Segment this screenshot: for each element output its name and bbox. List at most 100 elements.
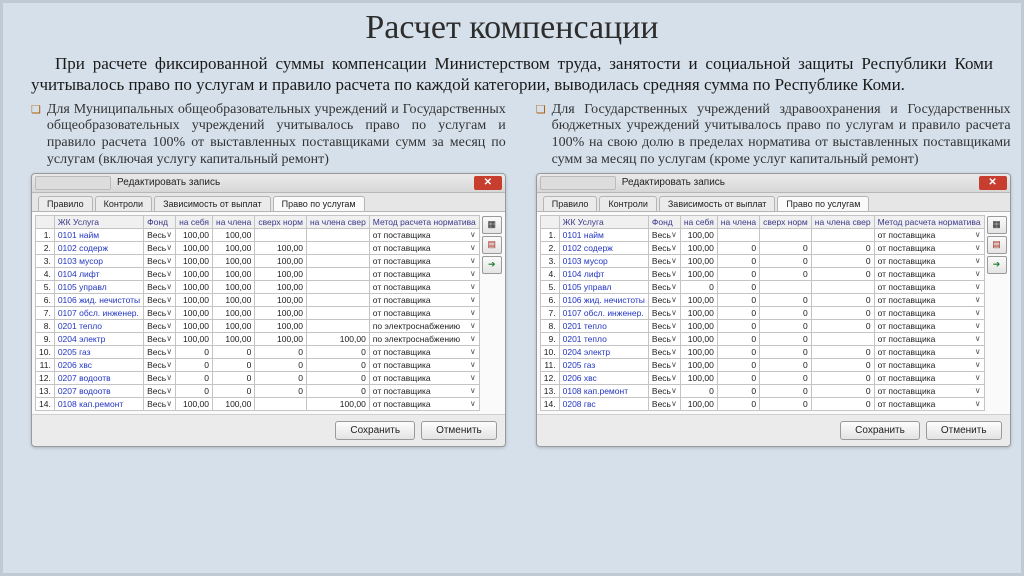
table-row[interactable]: 6.0106 жид. нечистотыВесь∨100,00100,0010… <box>36 293 480 306</box>
table-row[interactable]: 12.0207 водоотвВесь∨0000от поставщика∨ <box>36 371 480 384</box>
fund-cell[interactable]: Весь∨ <box>144 241 176 254</box>
col-header[interactable]: на себя <box>680 215 717 228</box>
fund-cell[interactable]: Весь∨ <box>648 280 680 293</box>
save-button[interactable]: Сохранить <box>335 421 415 440</box>
delete-row-icon[interactable]: ▤ <box>987 236 1007 254</box>
method-cell[interactable]: от поставщика∨ <box>874 293 984 306</box>
col-header[interactable]: ЖК Услуга <box>54 215 143 228</box>
method-cell[interactable]: от поставщика∨ <box>369 267 479 280</box>
method-cell[interactable]: по электроснабжению∨ <box>369 332 479 345</box>
table-row[interactable]: 5.0105 управлВесь∨00от поставщика∨ <box>540 280 984 293</box>
fund-cell[interactable]: Весь∨ <box>648 228 680 241</box>
table-row[interactable]: 1.0101 наймВесь∨100,00от поставщика∨ <box>540 228 984 241</box>
col-header[interactable]: Фонд <box>648 215 680 228</box>
method-cell[interactable]: от поставщика∨ <box>874 267 984 280</box>
save-button[interactable]: Сохранить <box>840 421 920 440</box>
fund-cell[interactable]: Весь∨ <box>648 345 680 358</box>
table-row[interactable]: 11.0205 газВесь∨100,00000от поставщика∨ <box>540 358 984 371</box>
table-row[interactable]: 14.0108 кап.ремонтВесь∨100,00100,00100,0… <box>36 397 480 410</box>
method-cell[interactable]: от поставщика∨ <box>874 228 984 241</box>
table-row[interactable]: 10.0204 электрВесь∨100,00000от поставщик… <box>540 345 984 358</box>
cancel-button[interactable]: Отменить <box>926 421 1002 440</box>
table-row[interactable]: 3.0103 мусорВесь∨100,00000от поставщика∨ <box>540 254 984 267</box>
method-cell[interactable]: от поставщика∨ <box>369 358 479 371</box>
fund-cell[interactable]: Весь∨ <box>648 397 680 410</box>
table-row[interactable]: 14.0208 гвсВесь∨100,00000от поставщика∨ <box>540 397 984 410</box>
fund-cell[interactable]: Весь∨ <box>144 371 176 384</box>
table-row[interactable]: 11.0206 хвсВесь∨0000от поставщика∨ <box>36 358 480 371</box>
fund-cell[interactable]: Весь∨ <box>144 345 176 358</box>
table-row[interactable]: 12.0206 хвсВесь∨100,00000от поставщика∨ <box>540 371 984 384</box>
export-icon[interactable]: ➔ <box>482 256 502 274</box>
col-header[interactable]: Метод расчета норматива <box>369 215 479 228</box>
method-cell[interactable]: от поставщика∨ <box>874 254 984 267</box>
table-row[interactable]: 8.0201 теплоВесь∨100,00000от поставщика∨ <box>540 319 984 332</box>
table-row[interactable]: 9.0204 электрВесь∨100,00100,00100,00100,… <box>36 332 480 345</box>
col-header[interactable] <box>540 215 559 228</box>
fund-cell[interactable]: Весь∨ <box>648 384 680 397</box>
method-cell[interactable]: от поставщика∨ <box>369 280 479 293</box>
method-cell[interactable]: от поставщика∨ <box>874 241 984 254</box>
fund-cell[interactable]: Весь∨ <box>144 228 176 241</box>
table-row[interactable]: 7.0107 обсл. инженер.Весь∨100,00100,0010… <box>36 306 480 319</box>
fund-cell[interactable]: Весь∨ <box>648 332 680 345</box>
method-cell[interactable]: от поставщика∨ <box>369 371 479 384</box>
fund-cell[interactable]: Весь∨ <box>648 319 680 332</box>
method-cell[interactable]: от поставщика∨ <box>874 358 984 371</box>
fund-cell[interactable]: Весь∨ <box>144 293 176 306</box>
col-header[interactable]: Фонд <box>144 215 176 228</box>
method-cell[interactable]: от поставщика∨ <box>874 319 984 332</box>
table-row[interactable]: 6.0106 жид. нечистотыВесь∨100,00000от по… <box>540 293 984 306</box>
tab-3[interactable]: Право по услугам <box>273 196 365 211</box>
col-header[interactable]: на члена <box>213 215 255 228</box>
fund-cell[interactable]: Весь∨ <box>144 332 176 345</box>
table-row[interactable]: 4.0104 лифтВесь∨100,00100,00100,00от пос… <box>36 267 480 280</box>
tab-3[interactable]: Право по услугам <box>777 196 869 211</box>
table-row[interactable]: 7.0107 обсл. инженер.Весь∨100,00000от по… <box>540 306 984 319</box>
fund-cell[interactable]: Весь∨ <box>648 358 680 371</box>
method-cell[interactable]: от поставщика∨ <box>874 280 984 293</box>
method-cell[interactable]: от поставщика∨ <box>874 384 984 397</box>
method-cell[interactable]: от поставщика∨ <box>874 345 984 358</box>
col-header[interactable]: Метод расчета норматива <box>874 215 984 228</box>
table-row[interactable]: 13.0108 кап.ремонтВесь∨0000от поставщика… <box>540 384 984 397</box>
tab-0[interactable]: Правило <box>38 196 93 211</box>
table-row[interactable]: 8.0201 теплоВесь∨100,00100,00100,00по эл… <box>36 319 480 332</box>
table-row[interactable]: 2.0102 содержВесь∨100,00000от поставщика… <box>540 241 984 254</box>
fund-cell[interactable]: Весь∨ <box>648 306 680 319</box>
fund-cell[interactable]: Весь∨ <box>144 267 176 280</box>
fund-cell[interactable]: Весь∨ <box>144 254 176 267</box>
col-header[interactable]: на члена <box>717 215 759 228</box>
method-cell[interactable]: от поставщика∨ <box>369 345 479 358</box>
fund-cell[interactable]: Весь∨ <box>144 397 176 410</box>
table-row[interactable]: 2.0102 содержВесь∨100,00100,00100,00от п… <box>36 241 480 254</box>
method-cell[interactable]: от поставщика∨ <box>369 293 479 306</box>
table-row[interactable]: 4.0104 лифтВесь∨100,00000от поставщика∨ <box>540 267 984 280</box>
col-header[interactable]: сверх норм <box>760 215 812 228</box>
close-icon[interactable]: ✕ <box>979 176 1007 190</box>
col-header[interactable]: ЖК Услуга <box>559 215 648 228</box>
fund-cell[interactable]: Весь∨ <box>648 293 680 306</box>
fund-cell[interactable]: Весь∨ <box>648 254 680 267</box>
fund-cell[interactable]: Весь∨ <box>144 306 176 319</box>
method-cell[interactable]: от поставщика∨ <box>874 397 984 410</box>
add-row-icon[interactable]: ▦ <box>482 216 502 234</box>
method-cell[interactable]: по электроснабжению∨ <box>369 319 479 332</box>
col-header[interactable]: сверх норм <box>255 215 307 228</box>
method-cell[interactable]: от поставщика∨ <box>369 254 479 267</box>
close-icon[interactable]: ✕ <box>474 176 502 190</box>
fund-cell[interactable]: Весь∨ <box>144 358 176 371</box>
method-cell[interactable]: от поставщика∨ <box>369 384 479 397</box>
table-row[interactable]: 3.0103 мусорВесь∨100,00100,00100,00от по… <box>36 254 480 267</box>
fund-cell[interactable]: Весь∨ <box>144 384 176 397</box>
method-cell[interactable]: от поставщика∨ <box>369 228 479 241</box>
method-cell[interactable]: от поставщика∨ <box>874 371 984 384</box>
table-row[interactable]: 5.0105 управлВесь∨100,00100,00100,00от п… <box>36 280 480 293</box>
col-header[interactable]: на члена свер <box>306 215 369 228</box>
table-row[interactable]: 10.0205 газВесь∨0000от поставщика∨ <box>36 345 480 358</box>
cancel-button[interactable]: Отменить <box>421 421 497 440</box>
fund-cell[interactable]: Весь∨ <box>144 280 176 293</box>
fund-cell[interactable]: Весь∨ <box>648 241 680 254</box>
add-row-icon[interactable]: ▦ <box>987 216 1007 234</box>
method-cell[interactable]: от поставщика∨ <box>874 306 984 319</box>
